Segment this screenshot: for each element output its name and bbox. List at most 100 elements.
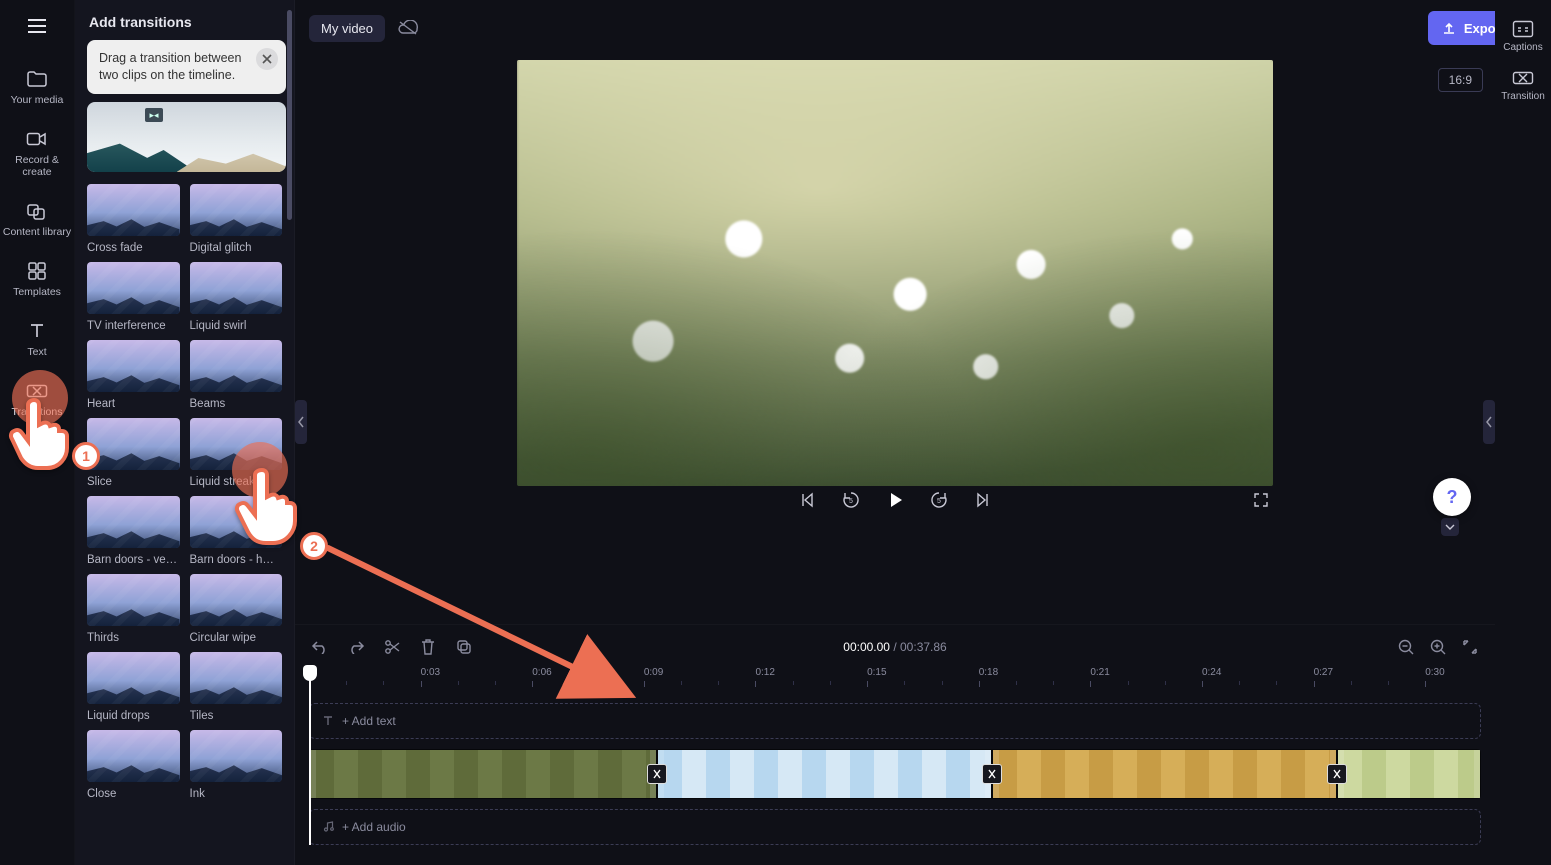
video-preview[interactable] xyxy=(517,60,1273,486)
transitions-panel: Add transitions Drag a transition betwee… xyxy=(75,0,295,865)
transition-card[interactable]: Heart xyxy=(87,340,180,410)
transition-card[interactable]: TV interference xyxy=(87,262,180,332)
clip-4[interactable] xyxy=(1337,749,1481,799)
go-start-button[interactable] xyxy=(795,488,819,512)
timecode: 00:00.00 / 00:37.86 xyxy=(843,640,946,654)
transition-label: Slice xyxy=(87,476,180,488)
transition-thumbnail xyxy=(87,340,180,392)
timeline: 00:00.00 / 00:37.86 0 0:030:060:090:120:… xyxy=(295,624,1495,865)
transition-marker[interactable] xyxy=(1327,764,1347,784)
transition-marker[interactable] xyxy=(982,764,1002,784)
transition-card[interactable]: Liquid drops xyxy=(87,652,180,722)
go-end-button[interactable] xyxy=(971,488,995,512)
project-title[interactable]: My video xyxy=(309,15,385,42)
transition-card[interactable]: Barn doors - ve… xyxy=(87,496,180,566)
zoom-out-button[interactable] xyxy=(1395,636,1417,658)
help-button[interactable]: ? xyxy=(1433,478,1471,516)
help-label: ? xyxy=(1447,487,1458,508)
nav-content-library[interactable]: Content library xyxy=(2,190,72,248)
clip-1[interactable] xyxy=(309,749,657,799)
transition-card[interactable]: Tiles xyxy=(190,652,283,722)
nav-text[interactable]: Text xyxy=(2,310,72,368)
text-icon xyxy=(26,320,48,342)
clip-3[interactable] xyxy=(992,749,1337,799)
duplicate-icon xyxy=(455,638,473,656)
delete-button[interactable] xyxy=(417,636,439,658)
aspect-ratio-button[interactable]: 16:9 xyxy=(1438,68,1483,92)
right-transition[interactable]: Transition xyxy=(1497,63,1549,108)
transition-thumbnail xyxy=(87,574,180,626)
transition-thumbnail xyxy=(190,262,283,314)
transition-thumbnail xyxy=(87,262,180,314)
zoom-in-button[interactable] xyxy=(1427,636,1449,658)
menu-button[interactable] xyxy=(17,6,57,46)
transition-label: Heart xyxy=(87,398,180,410)
fit-timeline-button[interactable] xyxy=(1459,636,1481,658)
video-track[interactable] xyxy=(309,749,1481,799)
undo-icon xyxy=(311,640,329,654)
transition-card[interactable]: Close xyxy=(87,730,180,800)
transition-label: Barn doors - ve… xyxy=(87,554,180,566)
right-rail-label: Captions xyxy=(1503,42,1542,53)
timeline-ruler[interactable]: 0 0:030:060:090:120:150:180:210:240:270:… xyxy=(309,667,1481,693)
forward-5-button[interactable]: 5 xyxy=(927,488,951,512)
transition-card[interactable]: Liquid streaks xyxy=(190,418,283,488)
trash-icon xyxy=(420,638,436,656)
nav-your-media[interactable]: Your media xyxy=(2,58,72,116)
transition-card[interactable]: Thirds xyxy=(87,574,180,644)
transition-label: Ink xyxy=(190,788,283,800)
nav-label: Templates xyxy=(13,286,61,298)
nav-record-create[interactable]: Record & create xyxy=(2,118,72,188)
nav-label: Content library xyxy=(3,226,71,238)
rewind-icon: 5 xyxy=(841,490,861,510)
ruler-tick: 0:09 xyxy=(644,667,663,678)
skip-end-icon xyxy=(974,491,992,509)
redo-button[interactable] xyxy=(345,636,367,658)
clip-2[interactable] xyxy=(657,749,992,799)
transition-card[interactable]: Circular wipe xyxy=(190,574,283,644)
nav-label: Text xyxy=(27,346,46,358)
hamburger-icon xyxy=(27,18,47,34)
cloud-off-icon[interactable] xyxy=(397,20,419,36)
zoom-out-icon xyxy=(1397,638,1415,656)
svg-text:5: 5 xyxy=(849,498,853,505)
text-track[interactable]: + Add text xyxy=(309,703,1481,739)
transition-marker[interactable] xyxy=(647,764,667,784)
nav-transitions[interactable]: Transitions xyxy=(2,370,72,428)
audio-track[interactable]: + Add audio xyxy=(309,809,1481,845)
scissors-icon xyxy=(383,638,401,656)
transition-card[interactable]: Liquid swirl xyxy=(190,262,283,332)
svg-text:5: 5 xyxy=(937,498,941,505)
transition-card[interactable]: Barn doors - h… xyxy=(190,496,283,566)
collapse-right-button[interactable] xyxy=(1483,400,1495,444)
nav-templates[interactable]: Templates xyxy=(2,250,72,308)
collapse-panel-button[interactable] xyxy=(295,400,307,444)
transition-card[interactable]: Ink xyxy=(190,730,283,800)
panel-tip: Drag a transition between two clips on t… xyxy=(87,40,286,94)
right-captions[interactable]: Captions xyxy=(1497,14,1549,59)
left-nav-rail: Your media Record & create Content libra… xyxy=(0,0,75,865)
play-button[interactable] xyxy=(883,488,907,512)
nav-label: Record & create xyxy=(2,154,72,178)
panel-scrollbar[interactable] xyxy=(287,10,292,855)
fullscreen-button[interactable] xyxy=(1249,488,1273,512)
transition-card[interactable]: Digital glitch xyxy=(190,184,283,254)
undo-button[interactable] xyxy=(309,636,331,658)
transition-thumbnail xyxy=(87,184,180,236)
transition-label: Liquid drops xyxy=(87,710,180,722)
ruler-tick: 0:21 xyxy=(1090,667,1109,678)
duplicate-button[interactable] xyxy=(453,636,475,658)
transition-thumbnail xyxy=(87,418,180,470)
help-collapse-button[interactable] xyxy=(1441,518,1459,536)
nav-label: Transitions xyxy=(12,406,63,418)
split-button[interactable] xyxy=(381,636,403,658)
ruler-tick: 0:30 xyxy=(1425,667,1444,678)
transition-thumbnail xyxy=(190,340,283,392)
transition-card[interactable]: Beams xyxy=(190,340,283,410)
tip-close-button[interactable] xyxy=(256,48,278,70)
rewind-5-button[interactable]: 5 xyxy=(839,488,863,512)
transition-card[interactable]: Cross fade xyxy=(87,184,180,254)
audio-track-placeholder: + Add audio xyxy=(342,820,406,834)
zoom-in-icon xyxy=(1429,638,1447,656)
transition-card[interactable]: Slice xyxy=(87,418,180,488)
